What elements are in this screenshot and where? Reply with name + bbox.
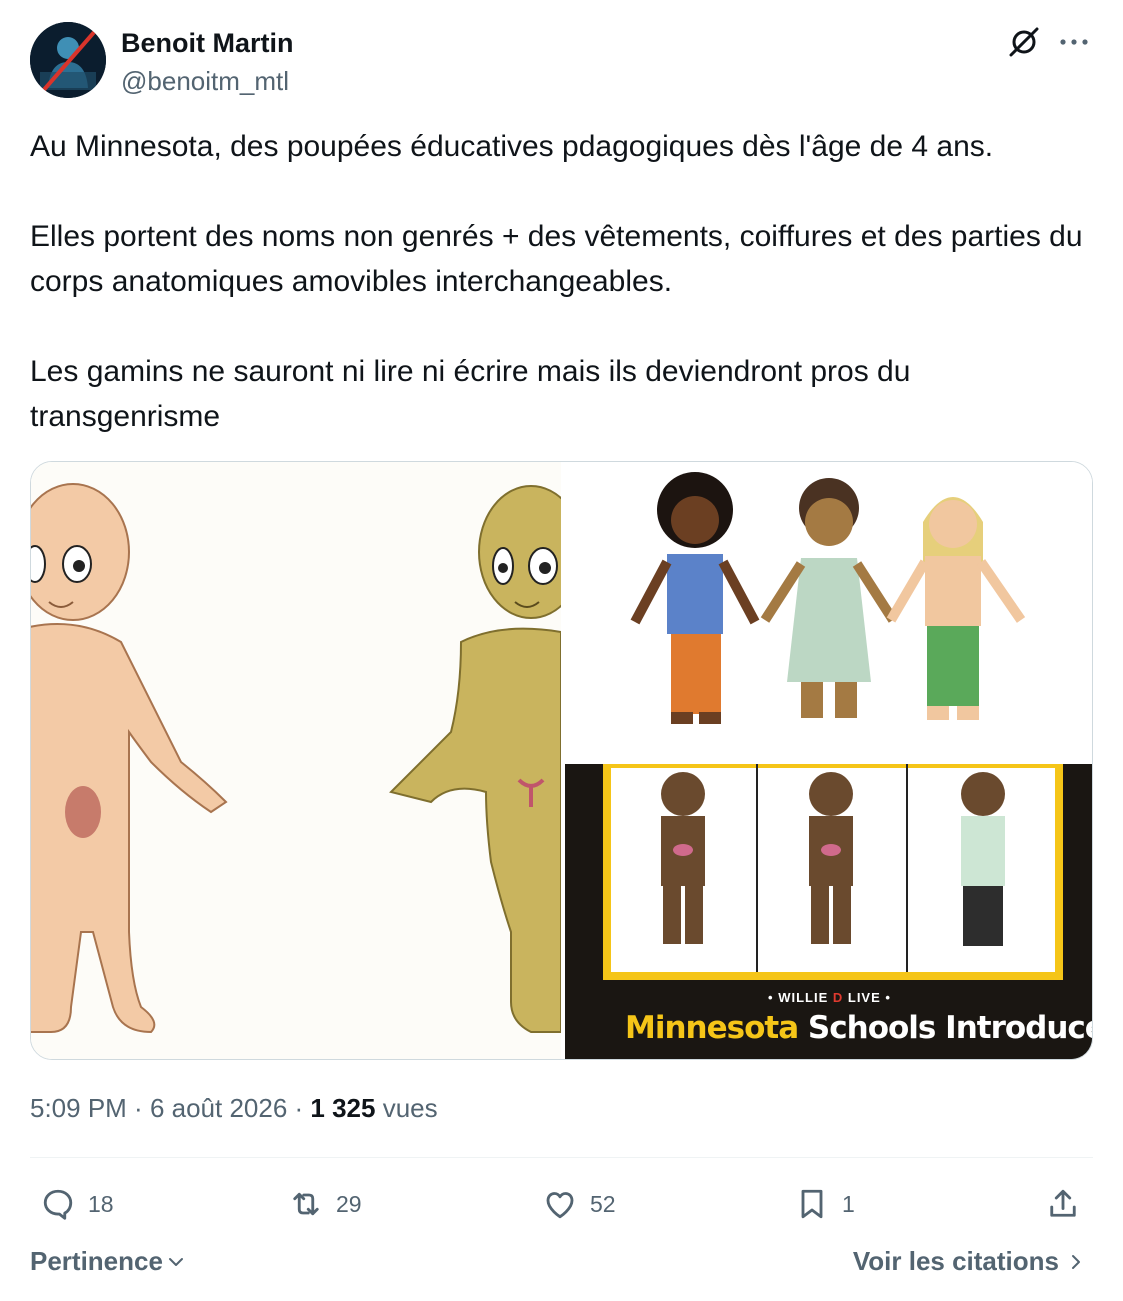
chevron-right-icon [1072,1254,1080,1269]
sort-label: Pertinence [30,1246,163,1276]
more-options-icon[interactable] [1057,25,1091,59]
tweet-time[interactable]: 5:09 PM [30,1093,127,1123]
reply-count: 18 [88,1190,114,1217]
tweet-paragraph: Les gamins ne sauront ni lire ni écrire … [30,355,911,433]
grok-icon[interactable] [1007,25,1041,59]
like-icon [546,1192,574,1219]
share-button[interactable] [1045,1176,1081,1232]
sort-dropdown[interactable]: Pertinence [30,1246,187,1277]
author-handle[interactable]: @benoitm_mtl [121,66,289,97]
banner-brand: • WILLIE D LIVE • [768,990,891,1005]
tweet-text: Au Minnesota, des poupées éducatives pda… [30,124,1093,439]
tweet-paragraph: Au Minnesota, des poupées éducatives pda… [30,130,994,163]
reply-icon [43,1189,73,1220]
repost-button[interactable]: 29 [288,1176,362,1232]
view-quotes-label: Voir les citations [852,1246,1059,1276]
share-icon [1050,1189,1076,1217]
tweet-paragraph: Elles portent des noms non genrés + des … [30,220,1083,298]
reply-button[interactable]: 18 [40,1176,114,1232]
author-name[interactable]: Benoit Martin [121,28,294,59]
like-button[interactable]: 52 [542,1176,616,1232]
view-quotes-link[interactable]: Voir les citations [853,1246,1087,1277]
avatar-image [30,22,106,98]
avatar[interactable] [30,22,106,98]
tweet-meta: 5:09 PM · 6 août 2026 · 1 325 vues [30,1093,438,1123]
banner-headline: Minnesota Schools Introduce [625,1010,1093,1046]
media-image-news-banner[interactable]: • WILLIE D LIVE • Minnesota Schools Intr… [565,764,1093,1059]
tweet-header: Benoit Martin @benoitm_mtl [30,22,1093,100]
repost-count: 29 [336,1190,362,1217]
bookmark-count: 1 [842,1190,855,1217]
views-count: 1 325 [310,1093,376,1123]
media-image-dolls-anatomy[interactable] [31,462,561,1059]
divider [30,1157,1093,1158]
repost-icon [293,1192,319,1216]
tweet-date[interactable]: 6 août 2026 [150,1093,287,1123]
chevron-down-icon [168,1257,183,1266]
bookmark-icon [801,1189,823,1219]
media-grid[interactable]: • WILLIE D LIVE • Minnesota Schools Intr… [30,461,1093,1060]
action-bar: 18 29 52 1 [30,1176,1093,1232]
bookmark-button[interactable]: 1 [794,1176,855,1232]
views-label: vues [375,1093,438,1123]
media-image-dressed-dolls[interactable] [565,462,1092,762]
like-count: 52 [590,1190,616,1217]
